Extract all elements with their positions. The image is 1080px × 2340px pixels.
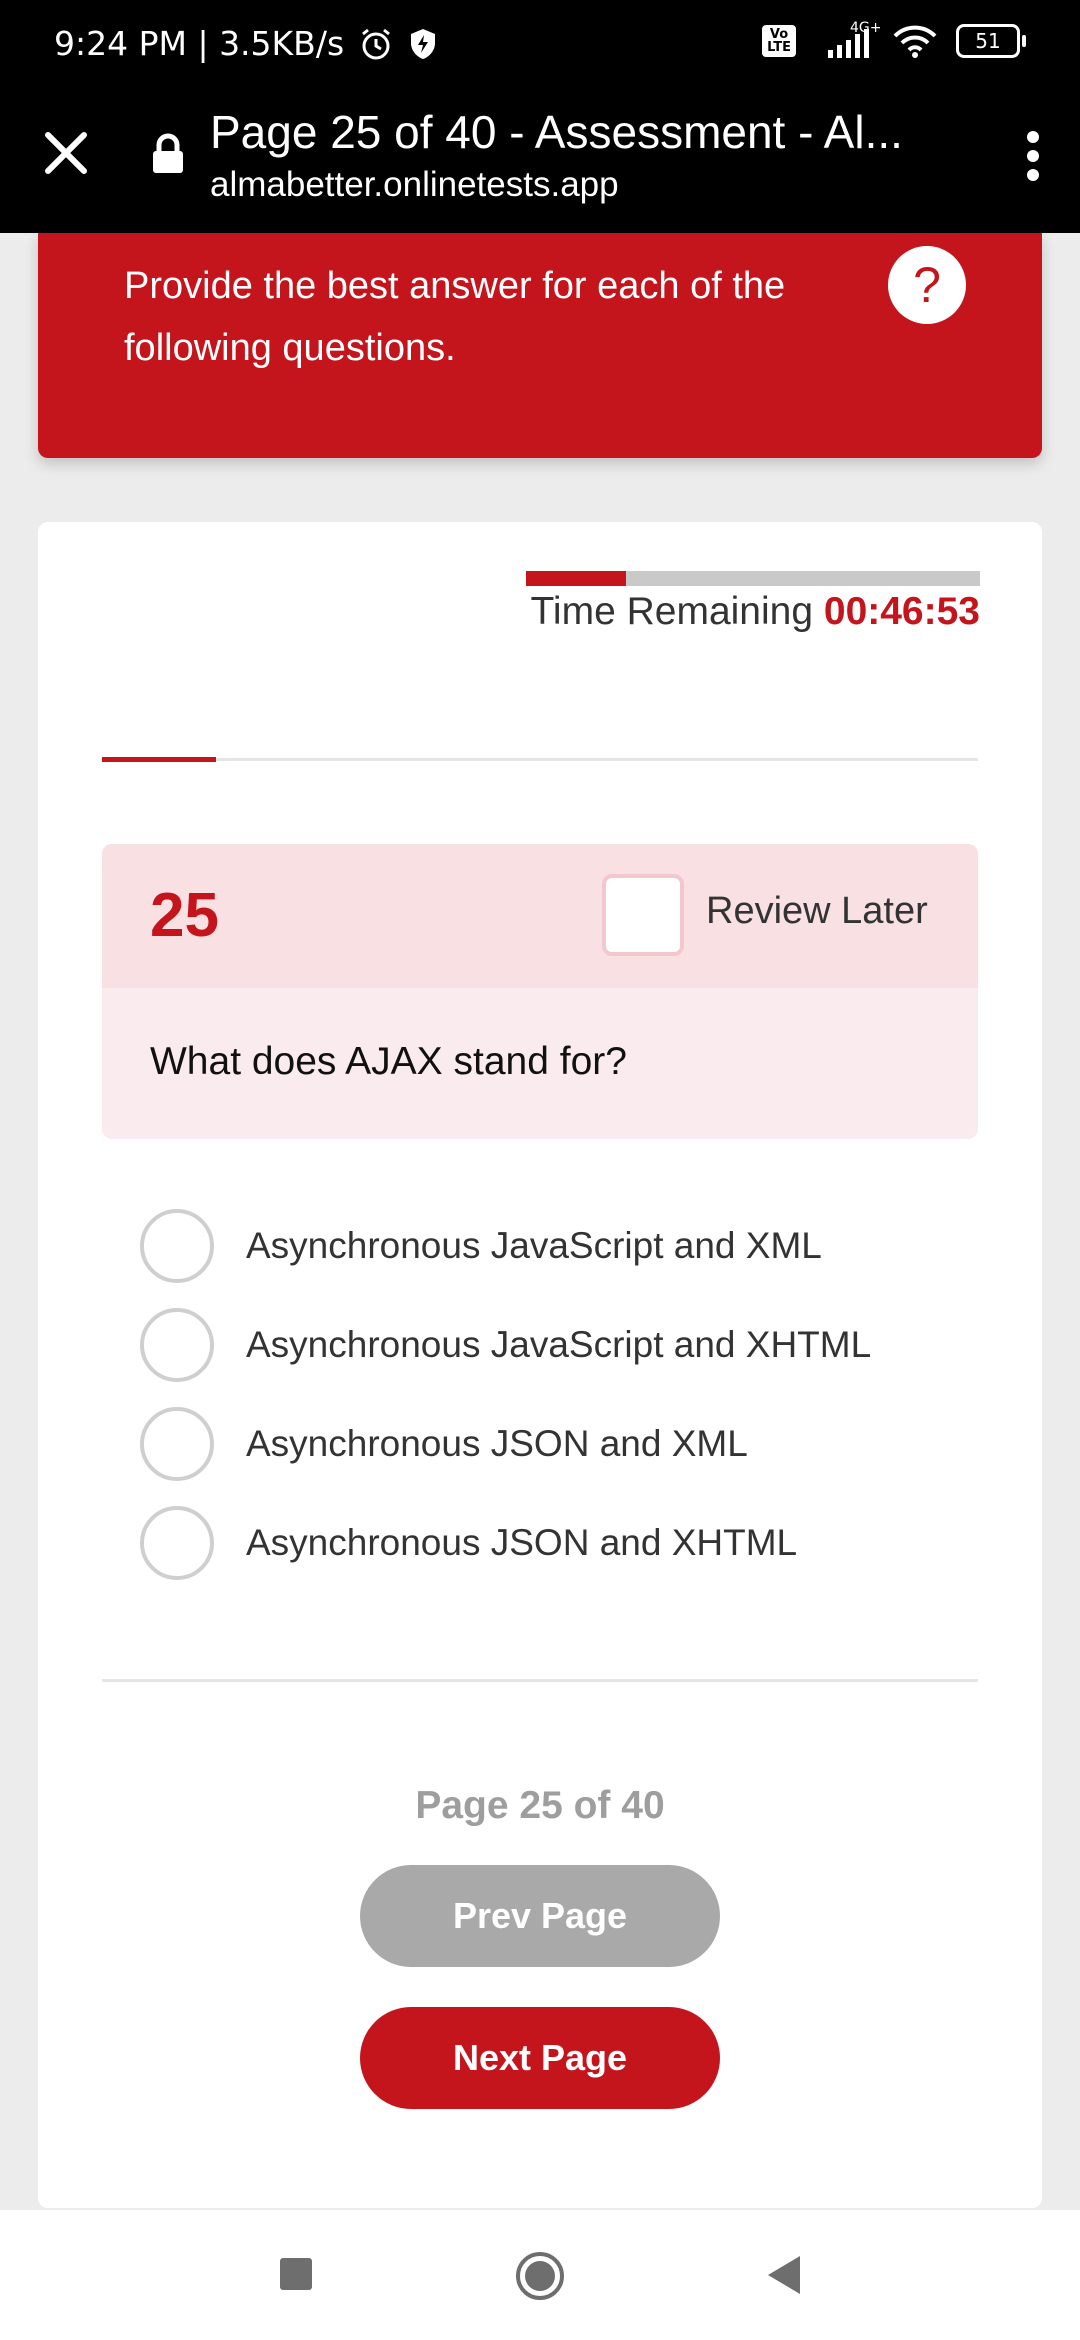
review-later-label[interactable]: Review Later — [706, 890, 928, 933]
help-icon: ? — [913, 257, 941, 313]
battery-icon: 51 — [956, 24, 1026, 58]
shield-bolt-icon — [408, 27, 438, 61]
question-card: Time Remaining 00:46:53 25 Review Later … — [38, 522, 1042, 2208]
time-remaining-value: 00:46:53 — [823, 590, 980, 633]
instructions-text: Provide the best answer for each of the … — [124, 265, 786, 369]
lock-icon — [150, 133, 186, 175]
signal-icon: 4G+ — [814, 20, 882, 58]
assessment-progress-fill — [102, 757, 216, 762]
battery-level: 51 — [975, 29, 1001, 53]
question-number: 25 — [150, 881, 219, 950]
status-bar: 9:24 PM | 3.5KB/s Vo LTE 4G+ 51 — [0, 0, 1080, 95]
question-text: What does AJAX stand for? — [150, 1040, 627, 1083]
instructions-banner: Provide the best answer for each of the … — [38, 233, 1042, 458]
close-icon[interactable] — [40, 127, 92, 179]
recent-apps-icon[interactable] — [280, 2258, 312, 2290]
help-button[interactable]: ? — [888, 246, 966, 324]
review-later-checkbox[interactable] — [602, 874, 684, 956]
wifi-icon — [892, 24, 938, 58]
radio-button[interactable] — [140, 1406, 214, 1481]
assessment-progress-bar — [102, 757, 978, 762]
answer-option[interactable]: Asynchronous JSON and XML — [140, 1394, 980, 1493]
option-label[interactable]: Asynchronous JSON and XML — [246, 1423, 748, 1465]
system-nav-bar — [0, 2210, 1080, 2340]
more-options-icon[interactable] — [1026, 130, 1040, 182]
question-box: 25 Review Later What does AJAX stand for… — [102, 844, 978, 1139]
browser-toolbar: Page 25 of 40 - Assessment - Al... almab… — [0, 95, 1080, 233]
next-page-button[interactable]: Next Page — [360, 2007, 720, 2109]
option-label[interactable]: Asynchronous JavaScript and XML — [246, 1225, 822, 1267]
prev-page-button[interactable]: Prev Page — [360, 1865, 720, 1967]
status-left: 9:24 PM | 3.5KB/s — [54, 24, 438, 63]
home-icon[interactable] — [514, 2250, 566, 2302]
radio-button[interactable] — [140, 1505, 214, 1580]
timer-progress-bar — [526, 571, 980, 586]
volte-badge: Vo LTE — [762, 25, 796, 57]
status-right: Vo LTE 4G+ 51 — [762, 20, 1026, 58]
option-label[interactable]: Asynchronous JSON and XHTML — [246, 1522, 797, 1564]
time-remaining: Time Remaining 00:46:53 — [531, 590, 980, 634]
alarm-icon — [358, 26, 394, 62]
page-title: Page 25 of 40 - Assessment - Al... — [210, 106, 903, 158]
answer-options: Asynchronous JavaScript and XML Asynchro… — [140, 1196, 980, 1592]
divider — [102, 1679, 978, 1682]
answer-option[interactable]: Asynchronous JSON and XHTML — [140, 1493, 980, 1592]
time-remaining-label: Time Remaining — [530, 590, 814, 633]
back-icon[interactable] — [764, 2254, 804, 2296]
time-and-speed: 9:24 PM | 3.5KB/s — [54, 24, 345, 63]
answer-option[interactable]: Asynchronous JavaScript and XML — [140, 1196, 980, 1295]
page-url[interactable]: almabetter.onlinetests.app — [210, 165, 619, 205]
question-header: 25 Review Later — [102, 844, 978, 988]
page-indicator: Page 25 of 40 — [415, 1784, 665, 1827]
timer-progress-fill — [526, 571, 626, 586]
radio-button[interactable] — [140, 1307, 214, 1382]
radio-button[interactable] — [140, 1208, 214, 1283]
answer-option[interactable]: Asynchronous JavaScript and XHTML — [140, 1295, 980, 1394]
option-label[interactable]: Asynchronous JavaScript and XHTML — [246, 1324, 871, 1366]
